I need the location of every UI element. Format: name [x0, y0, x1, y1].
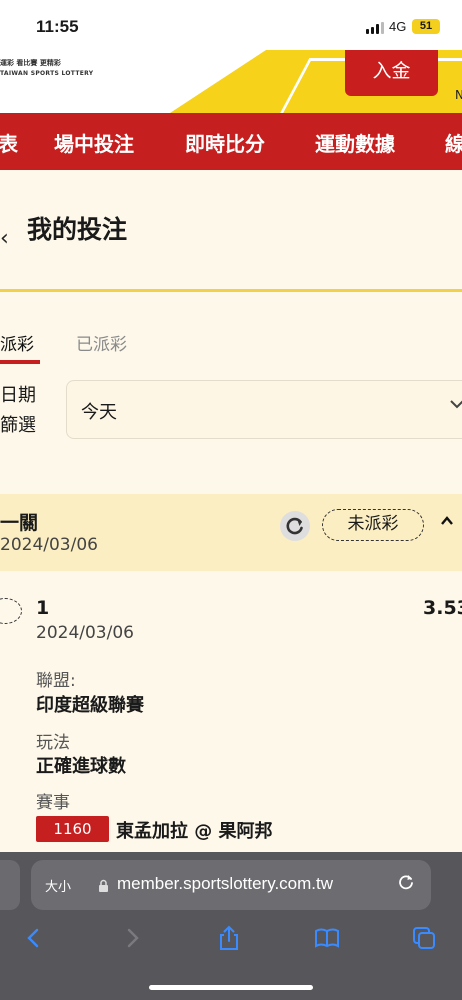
signal-icon	[366, 22, 384, 34]
league-value: 印度超級聯賽	[36, 695, 144, 716]
bookmarks-icon[interactable]	[313, 924, 341, 952]
home-indicator	[149, 985, 313, 990]
battery-icon: 51	[412, 19, 440, 34]
chevron-down-icon	[449, 396, 462, 416]
bet-date: 2024/03/06	[0, 535, 98, 555]
browser-toolbar: 大小 member.sportslottery.com.tw	[0, 852, 462, 1000]
tab-unsettled[interactable]: 派彩	[0, 330, 34, 355]
network-type: 4G	[389, 19, 407, 34]
selection-name: 1	[36, 597, 50, 619]
nav-item-live-betting[interactable]: 場中投注	[54, 128, 134, 157]
date-filter-label: 日期 篩選	[0, 381, 40, 441]
main-nav: 表 場中投注 即時比分 運動數據 線	[0, 113, 462, 170]
selection-odds: 3.53	[423, 597, 462, 619]
site-logo-subtitle: TAIWAN SPORTS LOTTERY	[0, 70, 94, 77]
selection-date: 2024/03/06	[36, 623, 134, 643]
league-label: 聯盟:	[36, 671, 76, 691]
reload-icon[interactable]	[397, 873, 415, 896]
page-title-area: ‹ 我的投注	[0, 170, 462, 292]
status-time: 11:55	[36, 17, 79, 36]
tabs-icon[interactable]	[410, 924, 438, 952]
date-filter-select[interactable]: 今天	[66, 380, 462, 439]
status-bar: 11:55 4G 51	[0, 0, 462, 50]
page-title: 我的投注	[27, 215, 128, 244]
selection-radio[interactable]	[0, 598, 22, 624]
share-icon[interactable]	[215, 924, 243, 952]
nav-item-sports-data[interactable]: 運動數據	[315, 128, 395, 157]
nav-item-live-scores[interactable]: 即時比分	[185, 128, 265, 157]
previous-tab-preview[interactable]	[0, 860, 20, 910]
back-arrow-icon[interactable]: ‹	[0, 226, 9, 251]
refresh-icon[interactable]	[280, 511, 310, 541]
date-filter-label-line2: 篩選	[0, 415, 36, 436]
url-text: member.sportslottery.com.tw	[117, 874, 334, 893]
forward-arrow-icon[interactable]	[118, 924, 146, 952]
date-filter-value: 今天	[81, 402, 117, 423]
play-type-value: 正確進球數	[36, 756, 126, 777]
site-header: 運彩 看比賽 更精彩 TAIWAN SPORTS LOTTERY 入金 N	[0, 50, 462, 113]
site-logo[interactable]: 運彩 看比賽 更精彩	[0, 58, 61, 68]
status-badge: 未派彩	[322, 509, 424, 541]
nav-item-schedule[interactable]: 表	[0, 128, 18, 157]
match-name: 東孟加拉 @ 果阿邦	[116, 821, 273, 842]
lock-icon	[98, 878, 109, 892]
tab-settled[interactable]: 已派彩	[76, 330, 127, 355]
deposit-button[interactable]: 入金	[345, 50, 438, 96]
match-code-badge: 1160	[36, 816, 109, 842]
chevron-up-icon[interactable]	[440, 512, 454, 533]
nav-item-more[interactable]: 線	[445, 128, 462, 157]
tab-active-indicator	[0, 360, 40, 364]
bet-card-header[interactable]: 一關 2024/03/06 未派彩	[0, 494, 462, 571]
address-bar[interactable]: 大小 member.sportslottery.com.tw	[31, 860, 431, 910]
play-type-label: 玩法	[36, 733, 70, 753]
date-filter-label-line1: 日期	[0, 385, 36, 406]
event-label: 賽事	[36, 793, 70, 813]
text-size-button[interactable]: 大小	[45, 876, 71, 895]
back-button-icon[interactable]	[20, 924, 48, 952]
bet-type: 一關	[0, 512, 39, 534]
header-partial-text: N	[455, 88, 462, 102]
